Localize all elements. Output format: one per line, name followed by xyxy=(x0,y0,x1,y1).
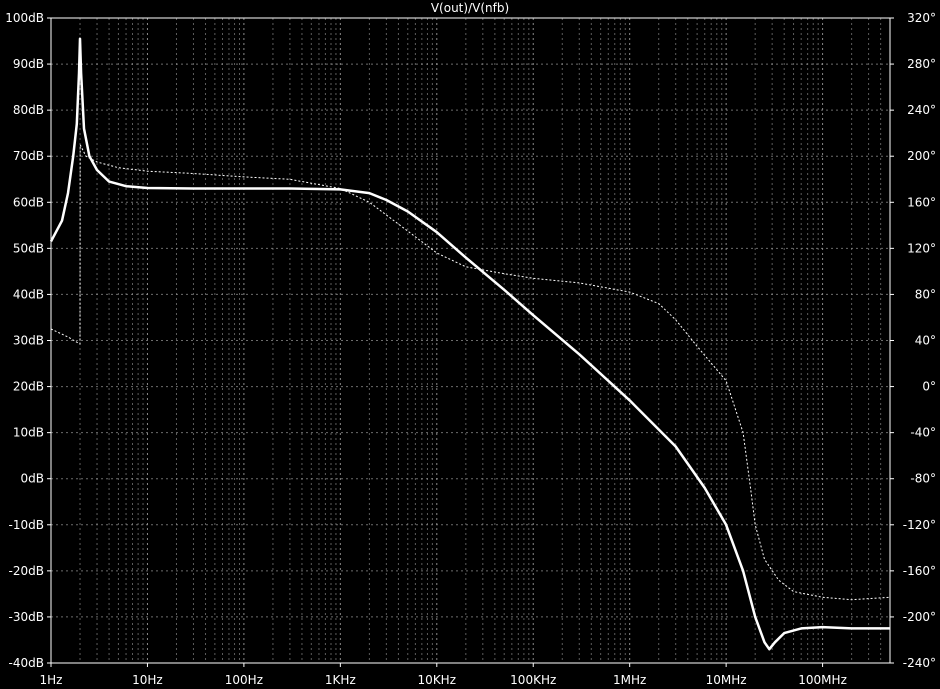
y-right-tick-label: -80° xyxy=(910,472,936,486)
y-left-tick-label: -40dB xyxy=(9,656,44,670)
y-left-tick-label: 10dB xyxy=(13,426,44,440)
y-right-tick-label: 240° xyxy=(907,103,936,117)
grid xyxy=(51,18,890,663)
x-tick-label: 1Hz xyxy=(40,673,63,687)
y-right-tick-label: 200° xyxy=(907,149,936,163)
y-right-tick-label: 40° xyxy=(915,334,936,348)
y-left-tick-label: -20dB xyxy=(9,564,44,578)
x-tick-label: 1MHz xyxy=(613,673,646,687)
y-left-tick-label: 20dB xyxy=(13,380,44,394)
y-left-tick-label: 100dB xyxy=(5,11,44,25)
y-left-tick-label: -30dB xyxy=(9,610,44,624)
y-left-tick-label: 90dB xyxy=(13,57,44,71)
y-right-tick-label: 160° xyxy=(907,195,936,209)
bode-plot: V(out)/V(nfb) 1Hz 10Hz 100Hz 1KHz 10KHz 100KH… xyxy=(0,0,940,689)
y-right-tick-label: 80° xyxy=(915,287,936,301)
y-right-tick-label: -40° xyxy=(910,426,936,440)
y-left-tick-label: 60dB xyxy=(13,195,44,209)
x-tick-label: 100KHz xyxy=(510,673,556,687)
y-right-tick-label: -200° xyxy=(903,610,936,624)
tick-labels: 1Hz 10Hz 100Hz 1KHz 10KHz 100KHz 1MHz 10MHz 100M… xyxy=(5,11,936,687)
tick-marks xyxy=(47,17,894,667)
x-tick-label: 10Hz xyxy=(132,673,163,687)
y-left-tick-label: -10dB xyxy=(9,518,44,532)
y-left-tick-label: 70dB xyxy=(13,149,44,163)
y-right-tick-label: -160° xyxy=(903,564,936,578)
x-tick-label: 100MHz xyxy=(798,673,847,687)
y-right-tick-label: 320° xyxy=(907,11,936,25)
x-tick-label: 10MHz xyxy=(706,673,747,687)
y-right-tick-label: 120° xyxy=(907,241,936,255)
y-left-tick-label: 30dB xyxy=(13,334,44,348)
phase-series-line xyxy=(50,144,891,601)
y-left-tick-label: 50dB xyxy=(13,241,44,255)
bode-plot-svg: V(out)/V(nfb) 1Hz 10Hz 100Hz 1KHz 10KHz 100KH… xyxy=(5,1,936,687)
y-right-tick-label: -120° xyxy=(903,518,936,532)
x-tick-label: 10KHz xyxy=(418,673,456,687)
y-right-tick-label: 0° xyxy=(922,380,936,394)
x-tick-label: 1KHz xyxy=(325,673,356,687)
chart-title: V(out)/V(nfb) xyxy=(431,1,509,15)
y-right-tick-label: -240° xyxy=(903,656,936,670)
y-left-tick-label: 80dB xyxy=(13,103,44,117)
y-left-tick-label: 40dB xyxy=(13,287,44,301)
y-left-tick-label: 0dB xyxy=(21,472,44,486)
x-tick-label: 100Hz xyxy=(225,673,263,687)
y-right-tick-label: 280° xyxy=(907,57,936,71)
